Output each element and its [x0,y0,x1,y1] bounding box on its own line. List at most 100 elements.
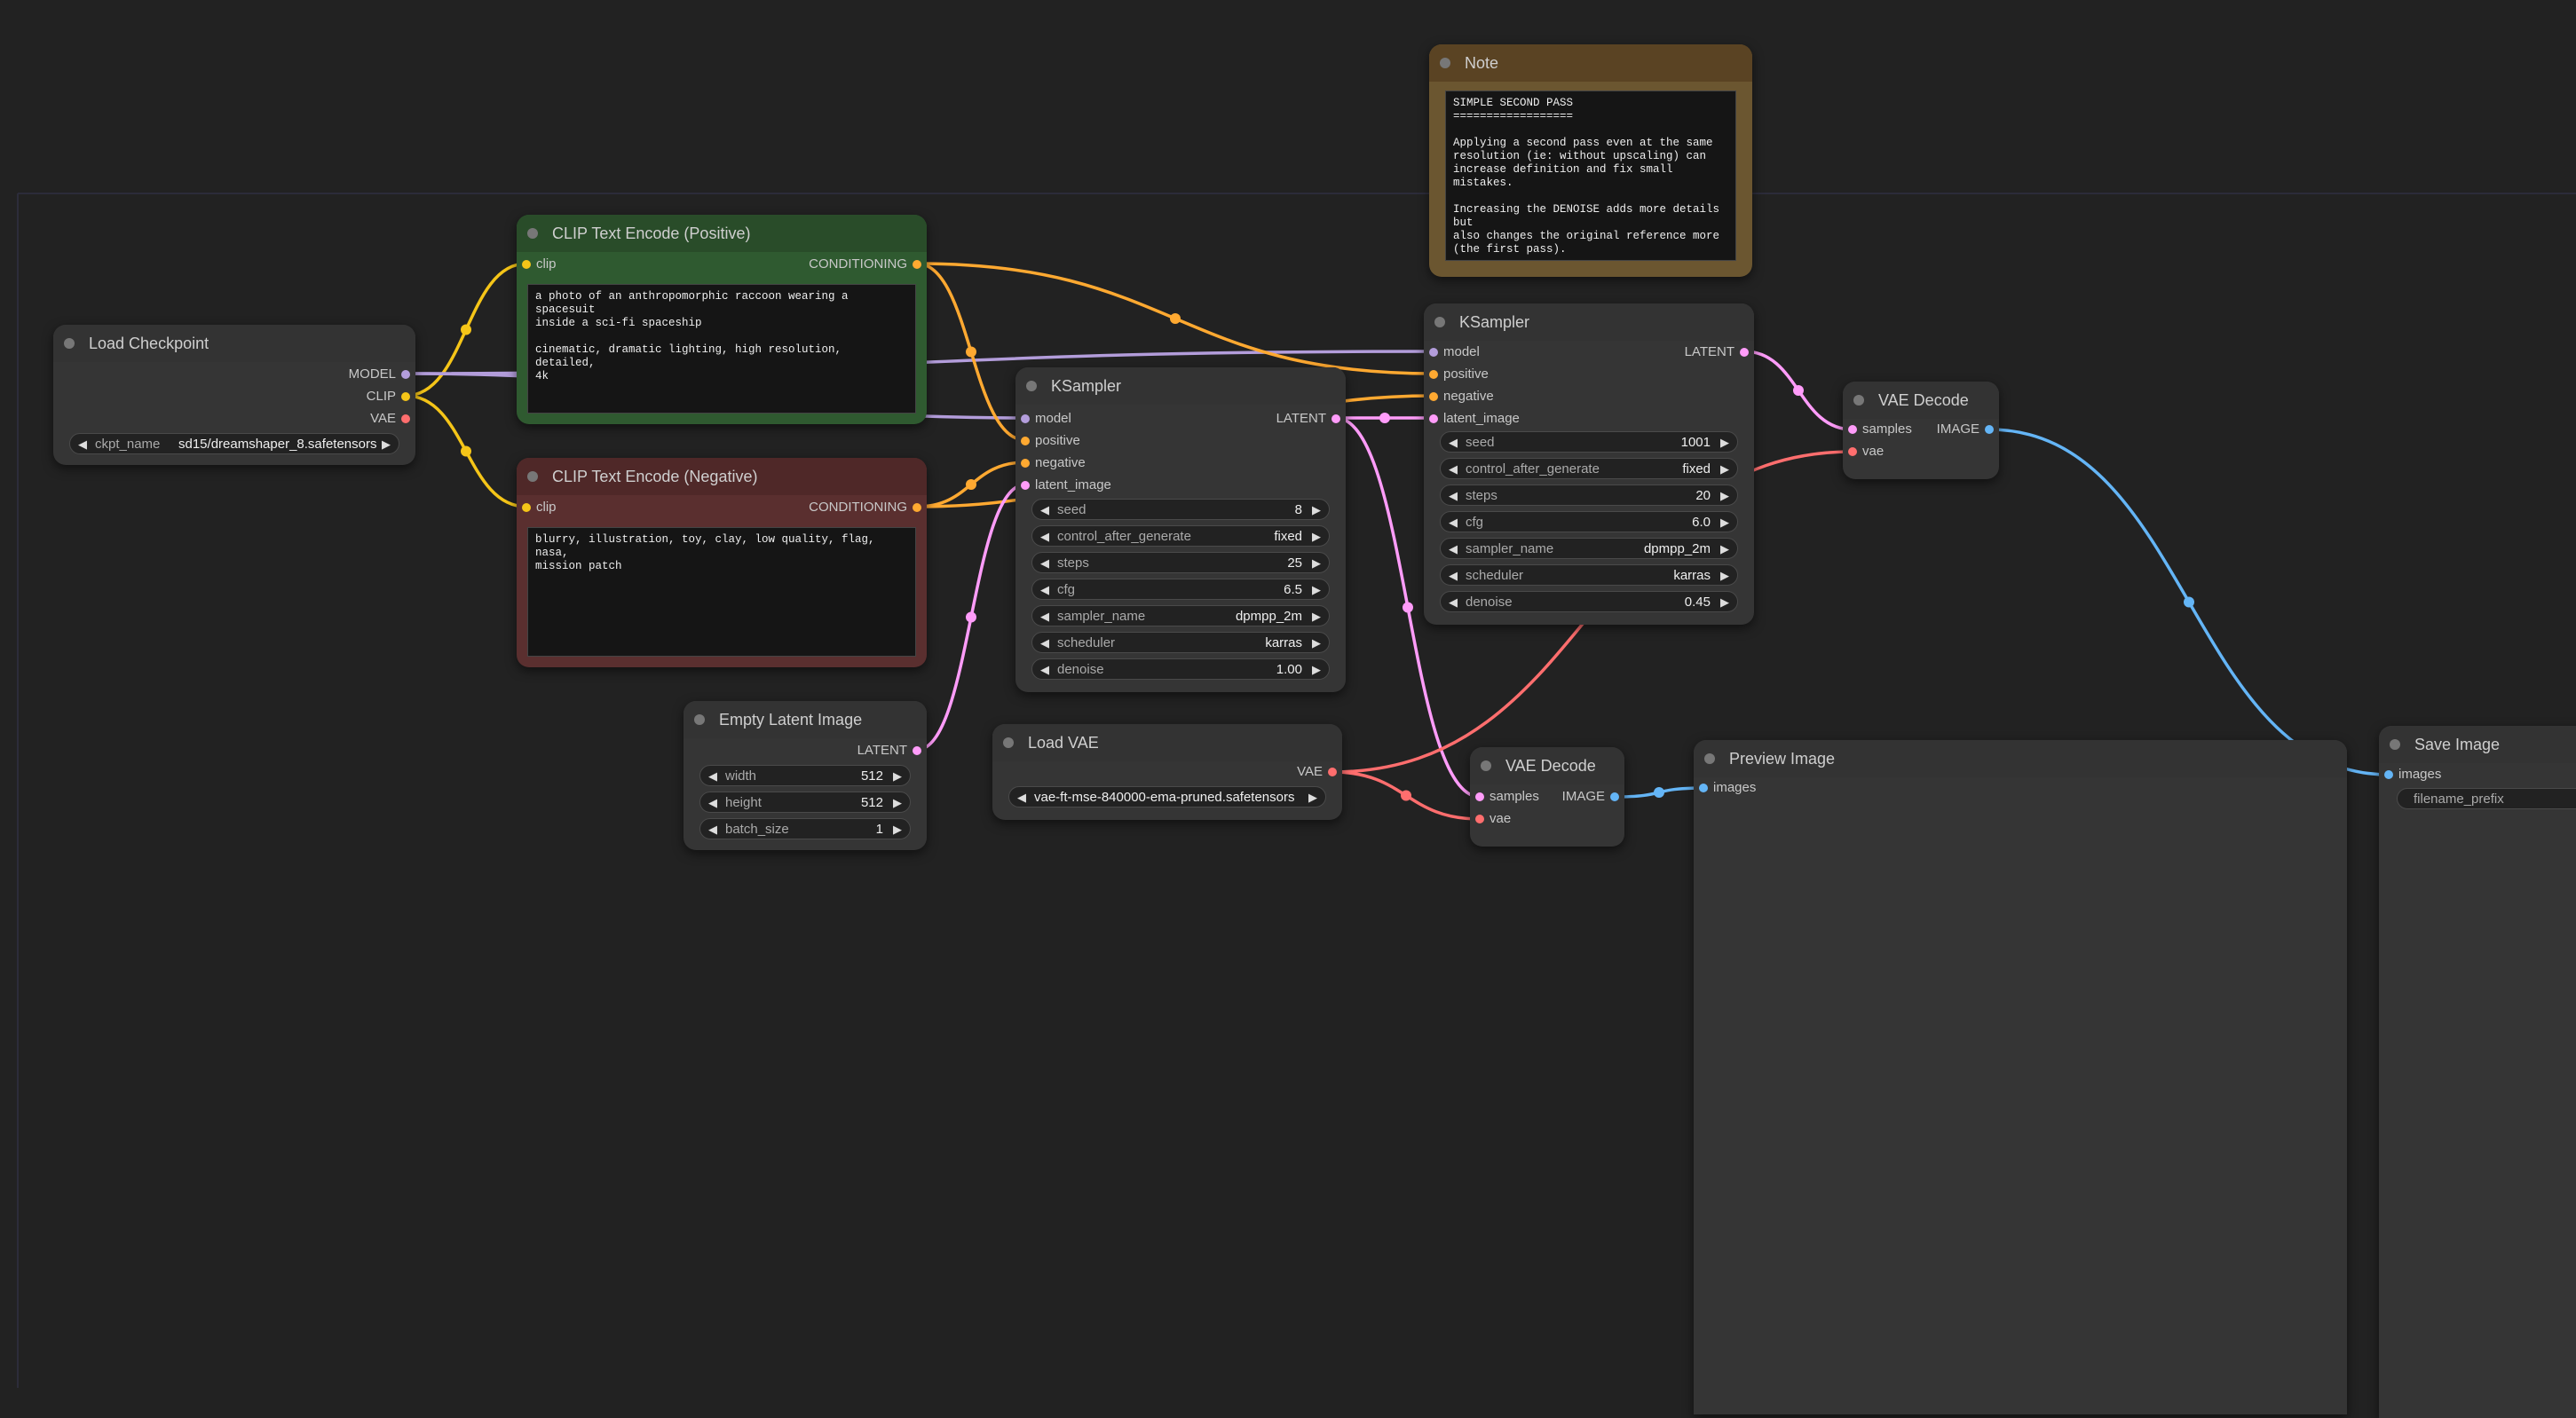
decrement-arrow-icon[interactable]: ◀ [1449,459,1458,480]
load-checkpoint-node[interactable]: Load Checkpoint MODEL CLIP VAE ◀ ckpt_na… [53,325,415,465]
decrement-arrow-icon[interactable]: ◀ [1017,787,1026,808]
input-slot-latent-image[interactable]: latent_image [1015,475,1168,496]
decrement-arrow-icon[interactable]: ◀ [1449,565,1458,587]
cfg-widget[interactable]: ◀ cfg 6.0 ▶ [1440,511,1738,532]
model-input-pin-icon[interactable] [1429,348,1438,357]
image-output-pin-icon[interactable] [1610,792,1619,801]
decrement-arrow-icon[interactable]: ◀ [1040,633,1049,654]
decrement-arrow-icon[interactable]: ◀ [1449,592,1458,613]
collapse-dot-icon[interactable] [64,338,75,349]
output-slot-vae[interactable]: VAE [1189,761,1342,783]
height-widget[interactable]: ◀ height 512 ▶ [699,792,911,813]
output-slot-vae[interactable]: VAE [218,408,415,429]
increment-arrow-icon[interactable]: ▶ [1720,539,1729,560]
decrement-arrow-icon[interactable]: ◀ [708,766,717,787]
seed-widget[interactable]: ◀ seed 8 ▶ [1031,499,1330,520]
increment-arrow-icon[interactable]: ▶ [1312,579,1321,601]
note-node[interactable]: Note SIMPLE SECOND PASS ================… [1429,44,1752,277]
decrement-arrow-icon[interactable]: ◀ [1040,579,1049,601]
clip-input-pin-icon[interactable] [522,503,531,512]
decrement-arrow-icon[interactable]: ◀ [1449,432,1458,453]
clip-positive-header[interactable]: CLIP Text Encode (Positive) [517,215,927,252]
decrement-arrow-icon[interactable]: ◀ [708,819,717,840]
empty-latent-header[interactable]: Empty Latent Image [684,701,927,738]
negative-input-pin-icon[interactable] [1021,459,1030,468]
denoise-widget[interactable]: ◀ denoise 0.45 ▶ [1440,591,1738,612]
ksampler-node-second-pass[interactable]: KSampler model positive negative latent_… [1424,303,1754,625]
collapse-dot-icon[interactable] [1481,760,1491,771]
latent-input-pin-icon[interactable] [1429,414,1438,423]
latent-input-pin-icon[interactable] [1475,792,1484,801]
increment-arrow-icon[interactable]: ▶ [1308,787,1317,808]
steps-widget[interactable]: ◀ steps 20 ▶ [1440,484,1738,506]
negative-prompt-textarea[interactable]: blurry, illustration, toy, clay, low qua… [527,527,916,657]
link-center-marker-icon[interactable] [1379,413,1390,423]
input-slot-vae[interactable]: vae [1843,441,1942,462]
control-after-generate-widget[interactable]: ◀ control_after_generate fixed ▶ [1440,458,1738,479]
link-center-marker-icon[interactable] [966,611,976,623]
clip-output-pin-icon[interactable] [401,392,410,401]
input-slot-negative[interactable]: negative [1424,386,1576,407]
save-image-header[interactable]: Save Image [2379,726,2576,763]
increment-arrow-icon[interactable]: ▶ [1720,512,1729,533]
sampler-name-widget[interactable]: ◀ sampler_name dpmpp_2m ▶ [1031,605,1330,626]
steps-widget[interactable]: ◀ steps 25 ▶ [1031,552,1330,573]
input-slot-positive[interactable]: positive [1015,430,1168,452]
input-slot-clip[interactable]: clip [517,254,669,275]
decrement-arrow-icon[interactable]: ◀ [1040,526,1049,548]
collapse-dot-icon[interactable] [1704,753,1715,764]
increment-arrow-icon[interactable]: ▶ [1312,553,1321,574]
image-input-pin-icon[interactable] [2384,770,2393,779]
sampler-name-widget[interactable]: ◀ sampler_name dpmpp_2m ▶ [1440,538,1738,559]
clip-input-pin-icon[interactable] [522,260,531,269]
load-vae-node[interactable]: Load VAE VAE ◀ vae-ft-mse-840000-ema-pru… [992,724,1342,820]
increment-arrow-icon[interactable]: ▶ [893,766,902,787]
scheduler-widget[interactable]: ◀ scheduler karras ▶ [1440,564,1738,586]
positive-input-pin-icon[interactable] [1429,370,1438,379]
increment-arrow-icon[interactable]: ▶ [1312,633,1321,654]
vae-decode-header[interactable]: VAE Decode [1470,747,1624,784]
control-after-generate-widget[interactable]: ◀ control_after_generate fixed ▶ [1031,525,1330,547]
collapse-dot-icon[interactable] [2390,739,2400,750]
vae-decode-node-second[interactable]: VAE Decode samples vae IMAGE [1843,382,1999,479]
decrement-arrow-icon[interactable]: ◀ [708,792,717,814]
increment-arrow-icon[interactable]: ▶ [1312,659,1321,681]
ckpt-name-combo[interactable]: ◀ ckpt_name sd15/dreamshaper_8.safetenso… [69,433,399,454]
link-center-marker-icon[interactable] [1654,787,1664,798]
increment-arrow-icon[interactable]: ▶ [1720,565,1729,587]
preview-image-node[interactable]: Preview Image images [1694,740,2347,1414]
note-node-header[interactable]: Note [1429,44,1752,82]
increment-arrow-icon[interactable]: ▶ [1312,500,1321,521]
model-output-pin-icon[interactable] [401,370,410,379]
image-output-pin-icon[interactable] [1985,425,1994,434]
collapse-dot-icon[interactable] [527,228,538,239]
increment-arrow-icon[interactable]: ▶ [1312,606,1321,627]
link-center-marker-icon[interactable] [1401,790,1411,801]
preview-image-header[interactable]: Preview Image [1694,740,2347,777]
increment-arrow-icon[interactable]: ▶ [382,434,391,455]
vae-output-pin-icon[interactable] [401,414,410,423]
latent-input-pin-icon[interactable] [1848,425,1857,434]
link-center-marker-icon[interactable] [1793,385,1804,396]
collapse-dot-icon[interactable] [1853,395,1864,406]
output-slot-conditioning[interactable]: CONDITIONING [712,254,927,275]
link-center-marker-icon[interactable] [2184,596,2194,608]
clip-text-encode-negative-node[interactable]: CLIP Text Encode (Negative) clip CONDITI… [517,458,927,667]
vae-input-pin-icon[interactable] [1475,815,1484,823]
input-slot-negative[interactable]: negative [1015,453,1168,474]
input-slot-images[interactable]: images [1694,777,1846,799]
scheduler-widget[interactable]: ◀ scheduler karras ▶ [1031,632,1330,653]
decrement-arrow-icon[interactable]: ◀ [1040,606,1049,627]
link-center-marker-icon[interactable] [1170,313,1181,324]
collapse-dot-icon[interactable] [1026,381,1037,391]
latent-output-pin-icon[interactable] [913,746,921,755]
output-slot-model[interactable]: MODEL [218,364,415,385]
empty-latent-image-node[interactable]: Empty Latent Image LATENT ◀ width 512 ▶ ◀ he… [684,701,927,850]
decrement-arrow-icon[interactable]: ◀ [1449,485,1458,507]
vae-name-combo[interactable]: ◀ vae-ft-mse-840000-ema-pruned.safetenso… [1008,786,1326,807]
load-vae-header[interactable]: Load VAE [992,724,1342,761]
latent-output-pin-icon[interactable] [1331,414,1340,423]
positive-input-pin-icon[interactable] [1021,437,1030,445]
load-checkpoint-header[interactable]: Load Checkpoint [53,325,415,362]
output-slot-conditioning[interactable]: CONDITIONING [712,497,927,518]
